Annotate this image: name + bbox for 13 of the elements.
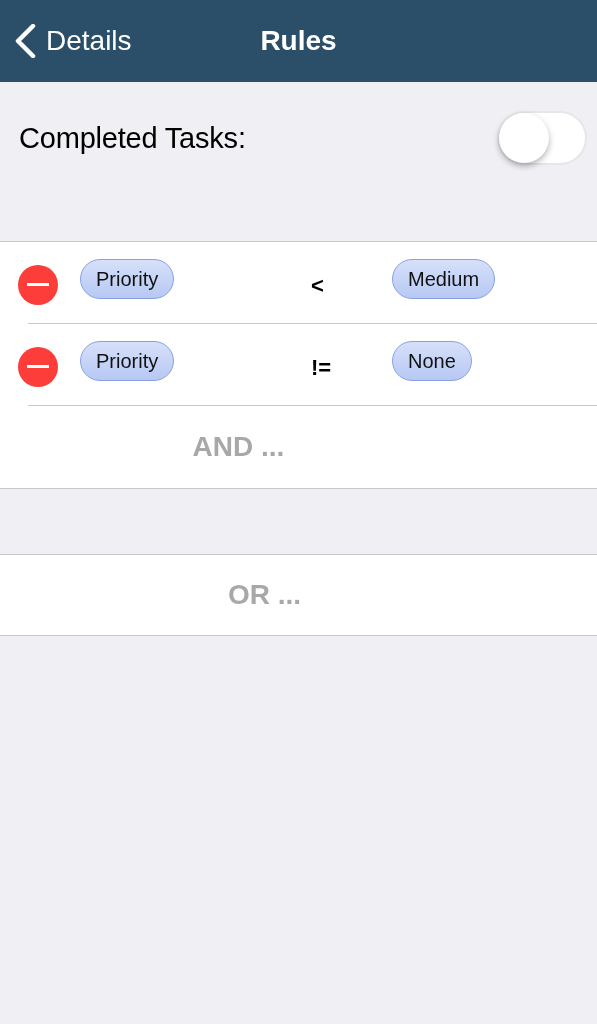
- field-pill[interactable]: Priority: [80, 259, 175, 299]
- value-pill[interactable]: Medium: [392, 259, 496, 299]
- completed-tasks-label: Completed Tasks:: [19, 121, 246, 155]
- delete-rule-button[interactable]: [18, 264, 58, 305]
- operator-label[interactable]: !=: [311, 354, 332, 381]
- screen-title: Rules: [260, 25, 337, 56]
- completed-tasks-toggle[interactable]: [497, 111, 587, 165]
- operator-label[interactable]: <: [311, 272, 324, 299]
- back-button[interactable]: Details: [0, 16, 132, 66]
- value-pill[interactable]: None: [392, 341, 472, 381]
- field-pill[interactable]: Priority: [80, 341, 175, 381]
- delete-rule-button[interactable]: [18, 346, 58, 387]
- chevron-icon: [14, 24, 36, 58]
